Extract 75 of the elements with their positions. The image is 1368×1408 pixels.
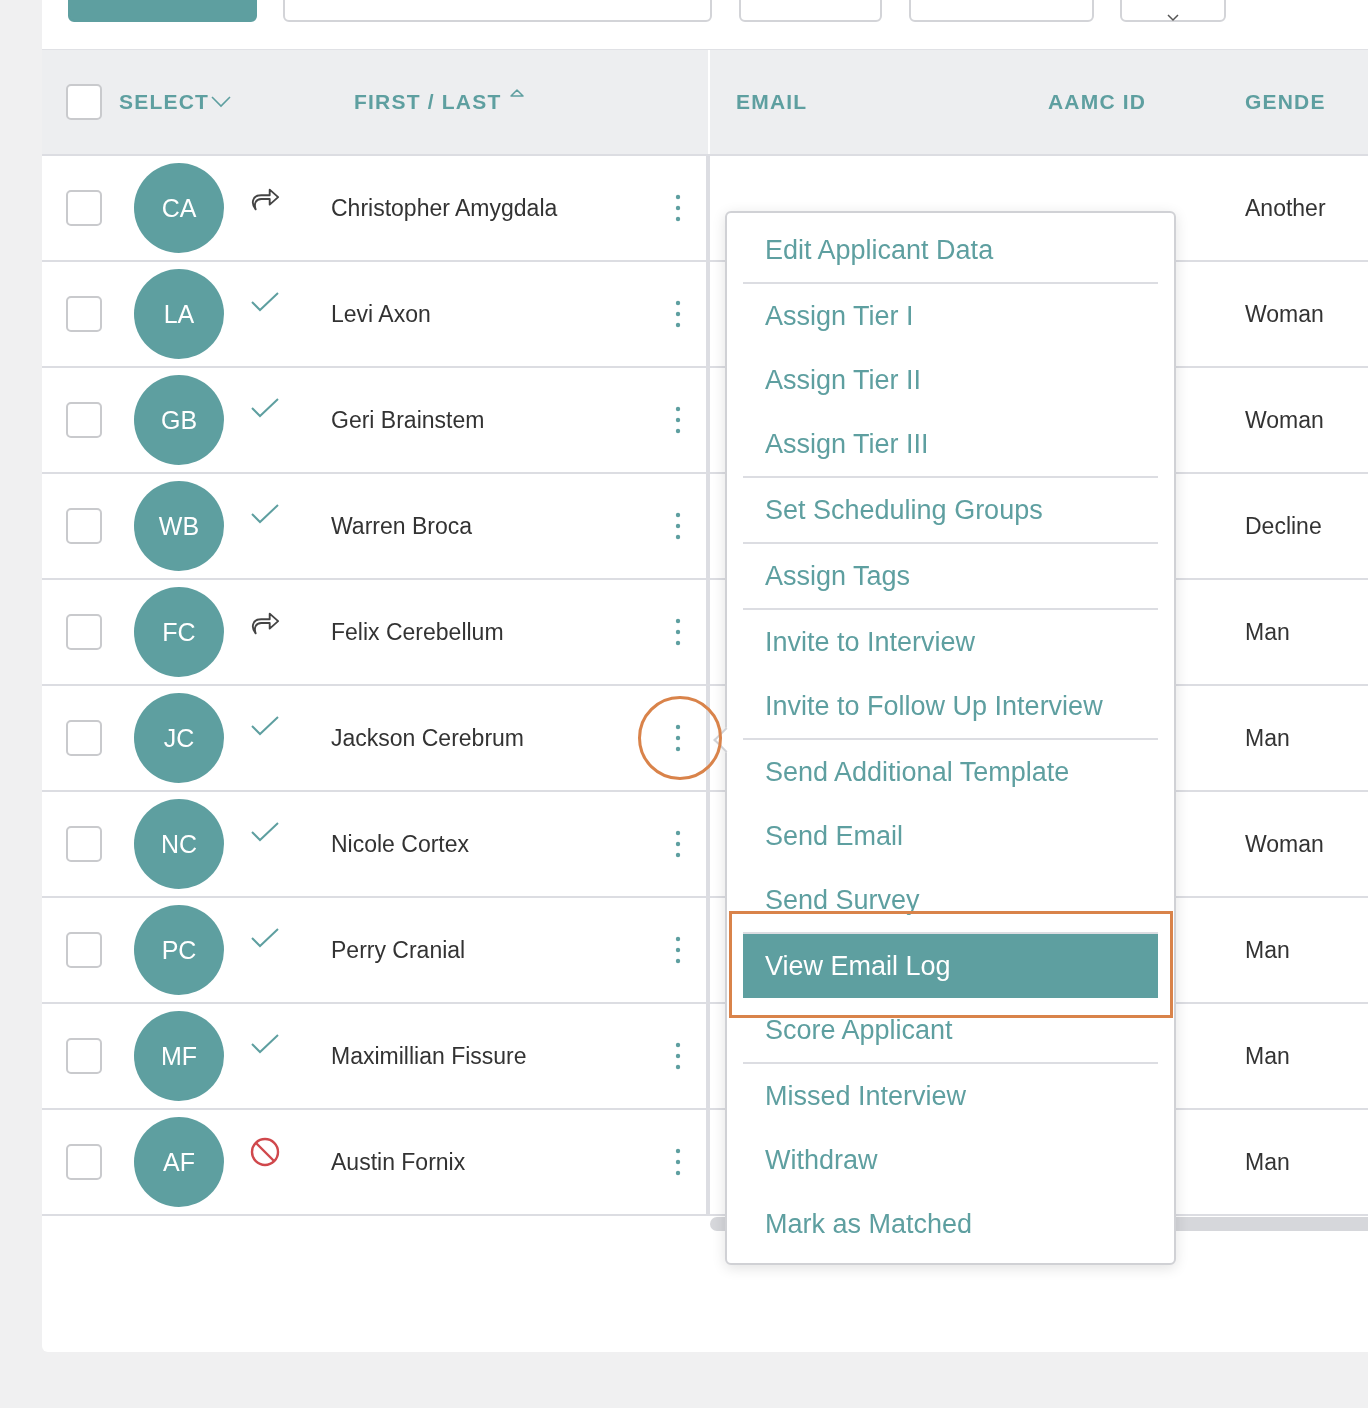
- applicant-name[interactable]: Geri Brainstem: [331, 406, 668, 434]
- curved-arrow-icon: [250, 186, 280, 212]
- checkbox[interactable]: [66, 190, 102, 226]
- applicant-name[interactable]: Maximillian Fissure: [331, 1042, 668, 1070]
- gender-cell: Woman: [1245, 300, 1324, 327]
- menu-item[interactable]: Assign Tier I: [743, 284, 1158, 348]
- chevron-down-icon: [211, 96, 232, 108]
- column-header[interactable]: FIRST / LAST: [354, 90, 525, 114]
- gender-cell: Man: [1245, 724, 1290, 751]
- menu-item[interactable]: Set Scheduling Groups: [743, 478, 1158, 542]
- gender-cell: Man: [1245, 936, 1290, 963]
- applicant-name[interactable]: Christopher Amygdala: [331, 194, 668, 222]
- applicant-name[interactable]: Nicole Cortex: [331, 830, 668, 858]
- checkbox[interactable]: [66, 508, 102, 544]
- menu-item[interactable]: Score Applicant: [743, 998, 1158, 1062]
- checkbox[interactable]: [66, 720, 102, 756]
- menu-item[interactable]: Invite to Interview: [743, 610, 1158, 674]
- checkmark-icon: [251, 928, 279, 948]
- menu-item[interactable]: Mark as Matched: [743, 1192, 1158, 1256]
- gender-cell: Man: [1245, 1148, 1290, 1175]
- applicant-name[interactable]: Warren Broca: [331, 512, 668, 540]
- checkmark-icon: [251, 822, 279, 842]
- avatar: GB: [134, 375, 224, 465]
- gender-cell: Decline: [1245, 512, 1322, 539]
- gender-cell: Man: [1245, 618, 1290, 645]
- checkbox[interactable]: [66, 296, 102, 332]
- avatar: FC: [134, 587, 224, 677]
- avatar: WB: [134, 481, 224, 571]
- menu-item[interactable]: Send Additional Template: [743, 740, 1158, 804]
- menu-item[interactable]: Send Email: [743, 804, 1158, 868]
- menu-item[interactable]: Edit Applicant Data: [743, 218, 1158, 282]
- checkbox[interactable]: [66, 1038, 102, 1074]
- curved-arrow-icon: [250, 610, 280, 636]
- menu-item[interactable]: Send Survey: [743, 868, 1158, 932]
- menu-item[interactable]: Invite to Follow Up Interview: [743, 674, 1158, 738]
- menu-item[interactable]: Missed Interview: [743, 1064, 1158, 1128]
- avatar: AF: [134, 1117, 224, 1207]
- checkbox[interactable]: [66, 84, 102, 120]
- select-dropdown[interactable]: SELECT: [119, 90, 232, 114]
- checkbox[interactable]: [66, 1144, 102, 1180]
- checkbox[interactable]: [66, 614, 102, 650]
- gender-cell: Woman: [1245, 830, 1324, 857]
- applicant-name[interactable]: Levi Axon: [331, 300, 668, 328]
- avatar: MF: [134, 1011, 224, 1101]
- gender-cell: Woman: [1245, 406, 1324, 433]
- gender-cell: Another: [1245, 194, 1326, 221]
- applicant-name[interactable]: Perry Cranial: [331, 936, 668, 964]
- menu-item[interactable]: Assign Tags: [743, 544, 1158, 608]
- applicant-name[interactable]: Austin Fornix: [331, 1148, 668, 1176]
- avatar: JC: [134, 693, 224, 783]
- avatar: NC: [134, 799, 224, 889]
- sort-caret-icon: [510, 88, 525, 98]
- checkbox[interactable]: [66, 932, 102, 968]
- menu-item[interactable]: View Email Log: [743, 934, 1158, 998]
- prohibited-icon: [250, 1137, 280, 1167]
- avatar: PC: [134, 905, 224, 995]
- column-header[interactable]: AAMC ID: [1048, 90, 1147, 114]
- applicant-name[interactable]: Jackson Cerebrum: [331, 724, 668, 752]
- avatar: LA: [134, 269, 224, 359]
- column-header[interactable]: EMAIL: [736, 90, 808, 114]
- menu-item[interactable]: Assign Tier II: [743, 348, 1158, 412]
- menu-item[interactable]: Withdraw: [743, 1128, 1158, 1192]
- checkmark-icon: [251, 1034, 279, 1054]
- applicant-name[interactable]: Felix Cerebellum: [331, 618, 668, 646]
- avatar: CA: [134, 163, 224, 253]
- gender-cell: Man: [1245, 1042, 1290, 1069]
- checkbox[interactable]: [66, 402, 102, 438]
- checkmark-icon: [251, 716, 279, 736]
- checkmark-icon: [251, 504, 279, 524]
- column-header[interactable]: GENDE: [1245, 90, 1326, 114]
- menu-item[interactable]: Assign Tier III: [743, 412, 1158, 476]
- checkmark-icon: [251, 398, 279, 418]
- checkbox[interactable]: [66, 826, 102, 862]
- checkmark-icon: [251, 292, 279, 312]
- caret-icon: [1167, 14, 1179, 22]
